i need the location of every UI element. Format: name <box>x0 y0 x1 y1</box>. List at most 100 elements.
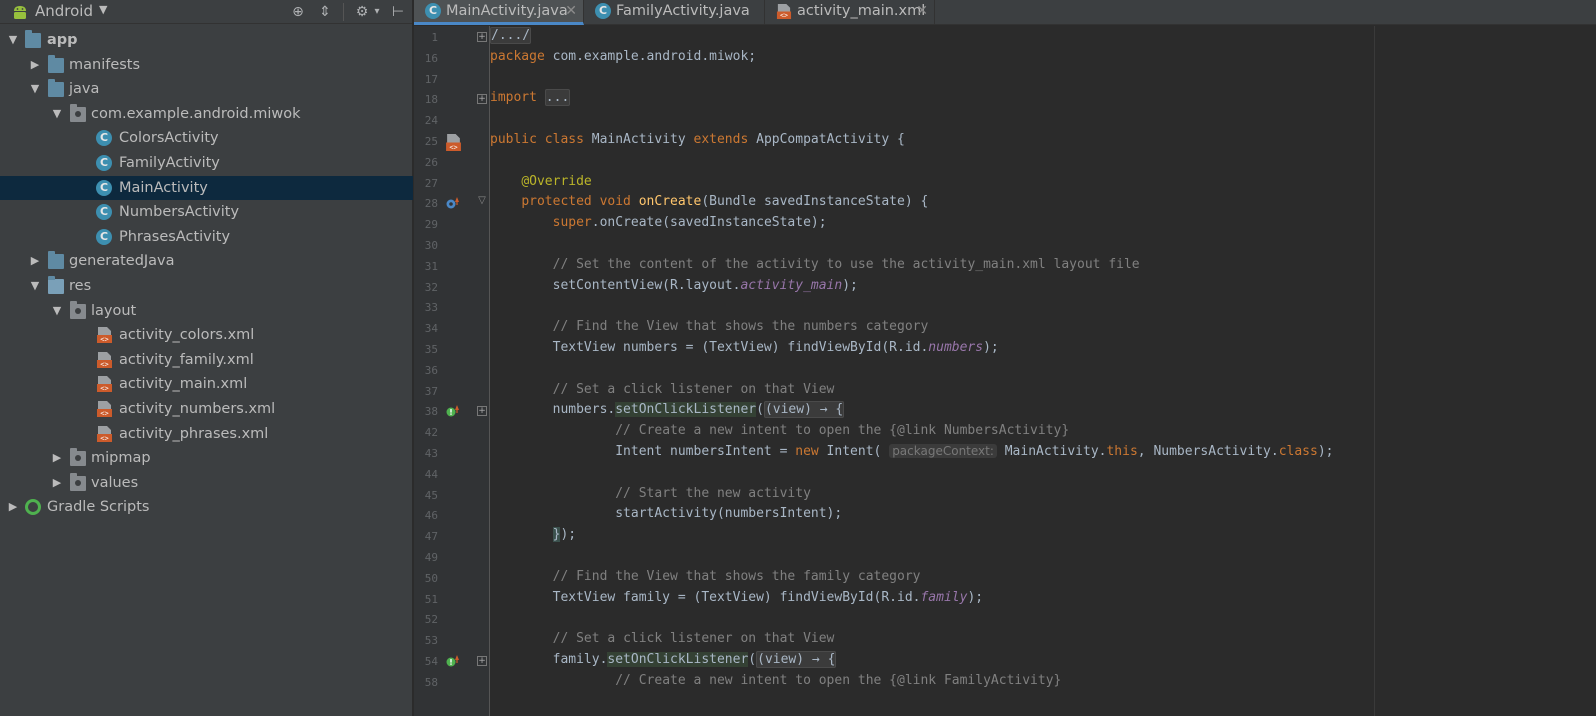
code-line[interactable]: 58 // Create a new intent to open the {@… <box>414 672 1596 693</box>
tree-item-numbersactivity[interactable]: C NumbersActivity <box>0 200 413 225</box>
hide-panel-icon[interactable]: ⊢ <box>389 3 407 21</box>
tab-mainactivity-java[interactable]: C MainActivity.java ✕ <box>414 0 584 25</box>
fold-collapse-icon[interactable]: ▽ <box>477 196 487 206</box>
tree-item-manifests[interactable]: ▶ manifests <box>0 53 413 78</box>
code-line[interactable]: 42 // Create a new intent to open the {@… <box>414 422 1596 443</box>
close-tab-icon[interactable]: ✕ <box>916 0 928 23</box>
collapse-all-icon[interactable]: ⇕ <box>316 3 334 21</box>
expand-arrow-icon[interactable]: ▼ <box>28 274 42 298</box>
code-line[interactable]: 26 <box>414 152 1596 173</box>
code-line[interactable]: 32 setContentView(R.layout.activity_main… <box>414 277 1596 298</box>
line-number: 1 <box>431 31 438 44</box>
close-tab-icon[interactable]: ✕ <box>565 0 577 23</box>
tree-item-mainactivity[interactable]: C MainActivity <box>0 175 413 201</box>
fold-expand-icon[interactable]: + <box>477 94 487 105</box>
code-line[interactable]: 17 <box>414 69 1596 90</box>
code-line[interactable]: 43 Intent numbersIntent = new Intent( pa… <box>414 443 1596 464</box>
code-line[interactable]: 50 // Find the View that shows the famil… <box>414 568 1596 589</box>
tree-item-activity-family-xml[interactable]: <> activity_family.xml <box>0 348 413 373</box>
tab-familyactivity-java[interactable]: C FamilyActivity.java <box>584 0 765 25</box>
code-line[interactable]: 25 <> public class MainActivity extends Ap… <box>414 131 1596 152</box>
line-number: 45 <box>424 488 438 502</box>
collapse-arrow-icon[interactable]: ▶ <box>28 249 42 273</box>
fold-expand-icon[interactable]: + <box>477 656 487 666</box>
code-line[interactable]: 1 +/.../ <box>414 27 1596 48</box>
code-line[interactable]: 44 <box>414 464 1596 485</box>
tree-item-java[interactable]: ▼ java <box>0 77 413 102</box>
line-number: 53 <box>424 634 438 648</box>
implements-method-icon[interactable] <box>445 404 459 418</box>
tree-item-mipmap[interactable]: ▶ mipmap <box>0 446 413 471</box>
gear-dropdown-icon[interactable]: ▾ <box>368 3 386 21</box>
class-icon: C <box>425 3 441 19</box>
tree-item-activity-phrases-xml[interactable]: <> activity_phrases.xml <box>0 422 413 447</box>
code-line[interactable]: 52 <box>414 609 1596 630</box>
locate-icon[interactable]: ⊕ <box>289 3 307 21</box>
implements-method-icon[interactable] <box>445 654 459 668</box>
code-line[interactable]: 54 + family.setOnClickListener((view) → { <box>414 651 1596 672</box>
code-line[interactable]: 36 <box>414 360 1596 381</box>
tree-item-com-example-android-miwok[interactable]: ▼ com.example.android.miwok <box>0 102 413 127</box>
collapse-arrow-icon[interactable]: ▶ <box>28 53 42 77</box>
collapse-arrow-icon[interactable]: ▶ <box>50 471 64 495</box>
tree-item-activity-main-xml[interactable]: <> activity_main.xml <box>0 372 413 397</box>
chevron-down-icon[interactable]: ▼ <box>99 3 107 16</box>
code-line[interactable]: 53 // Set a click listener on that View <box>414 630 1596 651</box>
code-text: numbers.setOnClickListener((view) → { <box>490 401 845 419</box>
tree-item-activity-colors-xml[interactable]: <> activity_colors.xml <box>0 323 413 348</box>
fold-expand-icon[interactable]: + <box>477 32 487 42</box>
code-line[interactable]: 51 TextView family = (TextView) findView… <box>414 589 1596 610</box>
folder-icon <box>48 79 64 98</box>
expand-arrow-icon[interactable]: ▼ <box>28 77 42 101</box>
collapse-arrow-icon[interactable]: ▶ <box>50 446 64 470</box>
tree-item-values[interactable]: ▶ values <box>0 471 413 496</box>
fold-expand-icon[interactable]: + <box>477 406 487 417</box>
code-line[interactable]: 24 <box>414 110 1596 131</box>
project-panel: Android ▼ ⊕ ⇕ ⚙ ▾ ⊢ ▼ app ▶ manifests ▼ java ▼… <box>0 0 413 716</box>
override-method-icon[interactable] <box>445 196 459 210</box>
code-line[interactable]: 47 }); <box>414 526 1596 547</box>
tree-item-label: PhrasesActivity <box>119 228 231 245</box>
project-view-selector[interactable]: Android <box>35 2 93 20</box>
code-line[interactable]: 27 @Override <box>414 173 1596 194</box>
tree-item-layout[interactable]: ▼ layout <box>0 299 413 324</box>
code-line[interactable]: 30 <box>414 235 1596 256</box>
expand-arrow-icon[interactable]: ▼ <box>50 299 64 323</box>
code-text: }); <box>552 527 577 543</box>
expand-arrow-icon[interactable]: ▼ <box>6 28 20 52</box>
tree-item-res[interactable]: ▼ res <box>0 274 413 299</box>
line-number: 37 <box>424 384 438 398</box>
xml-file-icon: <> <box>96 400 113 418</box>
tree-item-colorsactivity[interactable]: C ColorsActivity <box>0 126 413 151</box>
code-line[interactable]: 37 // Set a click listener on that View <box>414 381 1596 402</box>
line-number: 31 <box>424 259 438 273</box>
tree-item-phrasesactivity[interactable]: C PhrasesActivity <box>0 225 413 250</box>
tree-item-gradle-scripts[interactable]: ▶ Gradle Scripts <box>0 495 413 520</box>
code-line[interactable]: 34 // Find the View that shows the numbe… <box>414 318 1596 339</box>
code-line[interactable]: 38 + numbers.setOnClickListener((view) → … <box>414 401 1596 422</box>
android-icon <box>14 6 26 19</box>
tree-item-label: com.example.android.miwok <box>91 105 301 122</box>
code-line[interactable]: 49 <box>414 547 1596 568</box>
tree-item-generatedjava[interactable]: ▶ generatedJava <box>0 249 413 274</box>
code-line[interactable]: 16 package com.example.android.miwok; <box>414 48 1596 69</box>
code-line[interactable]: 28 ▽ protected void onCreate(Bundle saved… <box>414 193 1596 214</box>
tree-item-app[interactable]: ▼ app <box>0 28 413 53</box>
code-line[interactable]: 33 <box>414 297 1596 318</box>
code-text: // Set the content of the activity to us… <box>552 256 1140 272</box>
expand-arrow-icon[interactable]: ▼ <box>50 102 64 126</box>
tree-item-activity-numbers-xml[interactable]: <> activity_numbers.xml <box>0 397 413 422</box>
code-line[interactable]: 18 + import ... <box>414 89 1596 110</box>
code-line[interactable]: 29 super.onCreate(savedInstanceState); <box>414 214 1596 235</box>
code-line[interactable]: 46 startActivity(numbersIntent); <box>414 505 1596 526</box>
code-line[interactable]: 31 // Set the content of the activity to… <box>414 256 1596 277</box>
xml-file-icon: <> <box>96 375 113 393</box>
code-line[interactable]: 45 // Start the new activity <box>414 485 1596 506</box>
code-line[interactable]: 35 TextView numbers = (TextView) findVie… <box>414 339 1596 360</box>
xml-icon: <> <box>776 3 792 20</box>
related-layout-icon[interactable]: <> <box>445 134 461 151</box>
tab-activity-main-xml[interactable]: <> activity_main.xml ✕ <box>765 0 935 25</box>
tree-item-familyactivity[interactable]: C FamilyActivity <box>0 151 413 176</box>
collapse-arrow-icon[interactable]: ▶ <box>6 495 20 519</box>
code-editor[interactable]: 1 +/.../16 package com.example.android.miw… <box>414 26 1596 716</box>
